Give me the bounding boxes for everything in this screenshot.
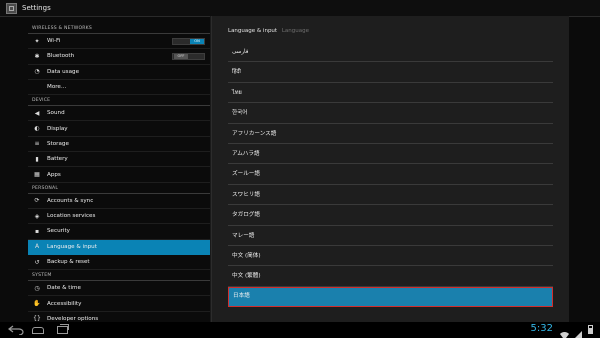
sidebar-item-label: Accessibility bbox=[47, 300, 82, 307]
language-option[interactable]: アフリカーンス語 bbox=[228, 124, 553, 144]
blank-icon bbox=[33, 83, 41, 91]
storage-icon: ≡ bbox=[34, 140, 40, 148]
signal-icon bbox=[573, 325, 582, 338]
settings-sidebar: WIRELESS & NETWORKS ✦ Wi-Fi ON ✱ Bluetooth OFF… bbox=[28, 23, 211, 322]
sidebar-item-apps[interactable]: ▦ Apps bbox=[28, 167, 211, 183]
language-option[interactable]: タガログ語 bbox=[228, 205, 553, 226]
toggle-state: OFF bbox=[174, 54, 188, 60]
sidebar-item-label: Storage bbox=[47, 140, 69, 147]
dialog-header: Language & input Language bbox=[228, 20, 309, 42]
sidebar-item-developer-options[interactable]: {} Developer options bbox=[28, 312, 211, 322]
language-dialog: Language & input Language فارسی हिंदी ไทย 한… bbox=[211, 16, 569, 322]
toggle-switch[interactable]: ON bbox=[172, 38, 205, 45]
sidebar-section-header: DEVICE bbox=[28, 95, 211, 107]
wifi-icon: ✦ bbox=[34, 37, 40, 45]
settings-screen: Settings WIRELESS & NETWORKS ✦ Wi-Fi ON ✱ Blu… bbox=[0, 0, 600, 338]
sidebar-item-label: Wi-Fi bbox=[47, 38, 61, 45]
navigation-bar: 5:32 bbox=[0, 322, 600, 338]
battery-status-icon bbox=[588, 325, 593, 334]
sound-icon: ◀ bbox=[34, 109, 40, 117]
sidebar-item-label: Battery bbox=[47, 156, 68, 163]
wifi-status-icon bbox=[560, 325, 569, 338]
language-option[interactable]: فارسی bbox=[228, 42, 553, 63]
language-option[interactable]: 日本語 bbox=[228, 286, 553, 308]
sidebar-item-date-time[interactable]: ◷ Date & time bbox=[28, 281, 211, 297]
sidebar-item-storage[interactable]: ≡ Storage bbox=[28, 137, 211, 153]
settings-app-icon[interactable] bbox=[6, 2, 17, 14]
sidebar-item-label: Language & input bbox=[47, 243, 97, 250]
sidebar-item-label: Security bbox=[47, 228, 70, 235]
dialog-subtitle: Language bbox=[281, 28, 309, 34]
sidebar-item-label: Display bbox=[47, 125, 68, 132]
sidebar-item-label: Accounts & sync bbox=[47, 197, 94, 204]
sidebar-section-header: PERSONAL bbox=[28, 183, 211, 194]
language-option[interactable]: 한국어 bbox=[228, 103, 553, 124]
action-bar: Settings bbox=[0, 0, 600, 17]
lock-icon: ▪ bbox=[34, 227, 40, 235]
language-option[interactable]: 中文 (简体) bbox=[228, 246, 553, 267]
sidebar-item-security[interactable]: ▪ Security bbox=[28, 224, 211, 240]
display-icon: ◐ bbox=[34, 125, 40, 133]
sidebar-item-label: Apps bbox=[47, 171, 61, 178]
sidebar-item-bluetooth[interactable]: ✱ Bluetooth OFF bbox=[28, 49, 211, 65]
location-icon: ◈ bbox=[34, 212, 40, 220]
sidebar-item-label: Backup & reset bbox=[47, 259, 90, 265]
accessibility-icon: ✋ bbox=[33, 300, 41, 308]
sidebar-item-backup-reset[interactable]: ↺ Backup & reset bbox=[28, 255, 211, 271]
sidebar-item-sound[interactable]: ◀ Sound bbox=[28, 106, 211, 122]
sidebar-item-wi-fi[interactable]: ✦ Wi-Fi ON bbox=[28, 34, 211, 50]
language-option[interactable]: ไทย bbox=[228, 83, 553, 104]
language-option[interactable]: 中文 (繁體) bbox=[228, 266, 553, 287]
sync-icon: ⟳ bbox=[34, 197, 40, 205]
sidebar-item-location-services[interactable]: ◈ Location services bbox=[28, 209, 211, 225]
dialog-title: Language & input bbox=[228, 28, 278, 34]
clock-icon: ◷ bbox=[34, 284, 40, 292]
language-option[interactable]: アムハラ語 bbox=[228, 144, 553, 165]
app-title: Settings bbox=[22, 4, 51, 12]
status-clock: 5:32 bbox=[530, 323, 553, 334]
back-icon[interactable] bbox=[8, 325, 24, 338]
home-icon[interactable] bbox=[32, 327, 44, 334]
sidebar-item-label: More… bbox=[47, 84, 67, 91]
backup-icon: ↺ bbox=[34, 258, 40, 266]
sidebar-item-accessibility[interactable]: ✋ Accessibility bbox=[28, 296, 211, 312]
sidebar-item-label: Data usage bbox=[47, 68, 80, 75]
language-option[interactable]: हिंदी bbox=[228, 62, 553, 83]
developer-icon: {} bbox=[33, 315, 41, 322]
apps-icon: ▦ bbox=[34, 171, 40, 179]
sidebar-item-accounts-sync[interactable]: ⟳ Accounts & sync bbox=[28, 194, 211, 209]
sidebar-item-label: Location services bbox=[47, 213, 96, 220]
sidebar-item-battery[interactable]: ▮ Battery bbox=[28, 152, 211, 168]
sidebar-section-header: SYSTEM bbox=[28, 270, 211, 282]
sidebar-item-display[interactable]: ◐ Display bbox=[28, 121, 211, 137]
toggle-switch[interactable]: OFF bbox=[172, 53, 205, 61]
bluetooth-icon: ✱ bbox=[34, 52, 40, 60]
language-option[interactable]: スワヒリ語 bbox=[228, 185, 553, 206]
sidebar-item-label: Date & time bbox=[47, 285, 81, 292]
data-usage-icon: ◔ bbox=[34, 68, 40, 76]
sidebar-section-header: WIRELESS & NETWORKS bbox=[28, 23, 211, 34]
language-list: فارسی हिंदी ไทย 한국어 アフリカーンス語 アムハラ語 ズールー語 スワヒリ語タ… bbox=[228, 42, 553, 308]
sidebar-item-more[interactable]: More… bbox=[28, 80, 211, 96]
language-option[interactable]: マレー語 bbox=[228, 226, 553, 246]
sidebar-item-label: Bluetooth bbox=[47, 53, 75, 60]
language-option[interactable]: ズールー語 bbox=[228, 164, 553, 185]
recent-apps-icon[interactable] bbox=[57, 324, 69, 334]
sidebar-item-label: Sound bbox=[47, 110, 65, 117]
sidebar-item-label: Developer options bbox=[47, 315, 99, 322]
toggle-state: ON bbox=[190, 39, 204, 44]
sidebar-item-language-input[interactable]: A Language & input bbox=[28, 239, 211, 255]
battery-icon: ▮ bbox=[35, 155, 39, 163]
language-icon: A bbox=[34, 243, 40, 251]
sidebar-item-data-usage[interactable]: ◔ Data usage bbox=[28, 65, 211, 80]
